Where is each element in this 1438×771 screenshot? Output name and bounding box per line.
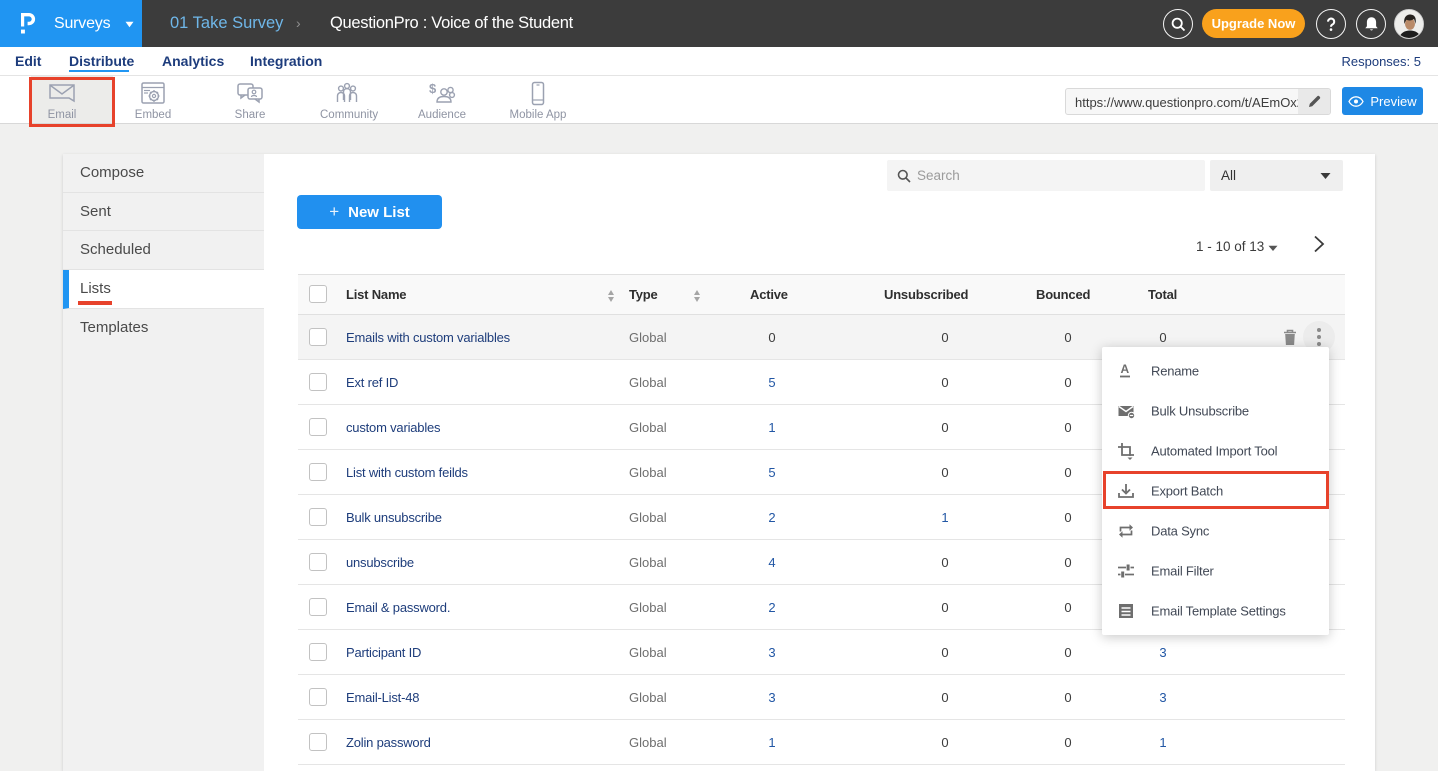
svg-text:A: A [1121,362,1130,376]
svg-text:$: $ [429,81,437,96]
